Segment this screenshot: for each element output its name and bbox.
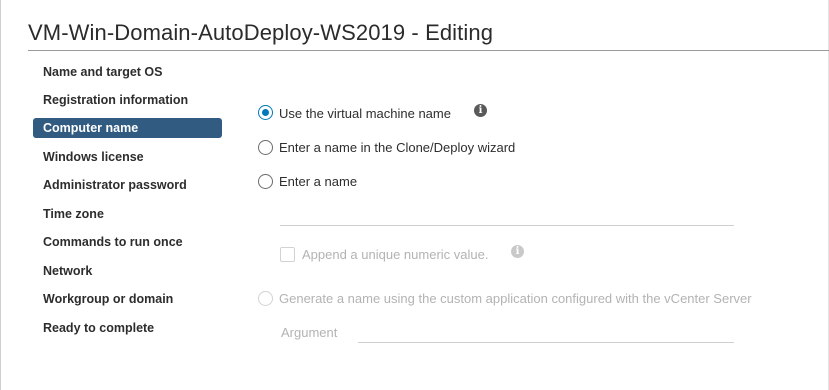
label-enter-name-in-wizard[interactable]: Enter a name in the Clone/Deploy wizard [279, 140, 515, 155]
title-divider [28, 50, 829, 51]
left-border [0, 0, 1, 390]
label-append-numeric: Append a unique numeric value. [302, 247, 489, 262]
dialog-title: VM-Win-Domain-AutoDeploy-WS2019 - Editin… [28, 20, 494, 45]
nav-item-network[interactable]: Network [33, 261, 222, 281]
nav-item-workgroup-or-domain[interactable]: Workgroup or domain [33, 289, 222, 309]
nav-item-name-and-target-os[interactable]: Name and target OS [33, 62, 222, 82]
radio-custom-application[interactable] [258, 291, 273, 306]
nav-item-commands-to-run-once[interactable]: Commands to run once [33, 232, 222, 252]
nav-item-registration-information[interactable]: Registration information [33, 90, 222, 110]
computer-name-input[interactable] [280, 208, 734, 226]
nav-item-windows-license[interactable]: Windows license [33, 147, 222, 167]
append-numeric-checkbox[interactable] [280, 247, 295, 262]
radio-use-vm-name[interactable] [258, 105, 273, 120]
info-icon[interactable]: i [511, 245, 524, 258]
label-use-vm-name[interactable]: Use the virtual machine name [279, 106, 451, 121]
info-icon[interactable]: i [474, 104, 487, 117]
radio-enter-name-in-wizard[interactable] [258, 140, 273, 155]
nav-item-administrator-password[interactable]: Administrator password [33, 175, 222, 195]
label-custom-application: Generate a name using the custom applica… [279, 291, 752, 306]
nav-item-computer-name[interactable]: Computer name [33, 118, 222, 138]
label-argument: Argument [281, 325, 338, 340]
argument-input[interactable] [358, 325, 734, 343]
nav-item-ready-to-complete[interactable]: Ready to complete [33, 318, 222, 338]
radio-enter-a-name[interactable] [258, 174, 273, 189]
nav-item-time-zone[interactable]: Time zone [33, 204, 222, 224]
label-enter-a-name[interactable]: Enter a name [279, 174, 357, 189]
